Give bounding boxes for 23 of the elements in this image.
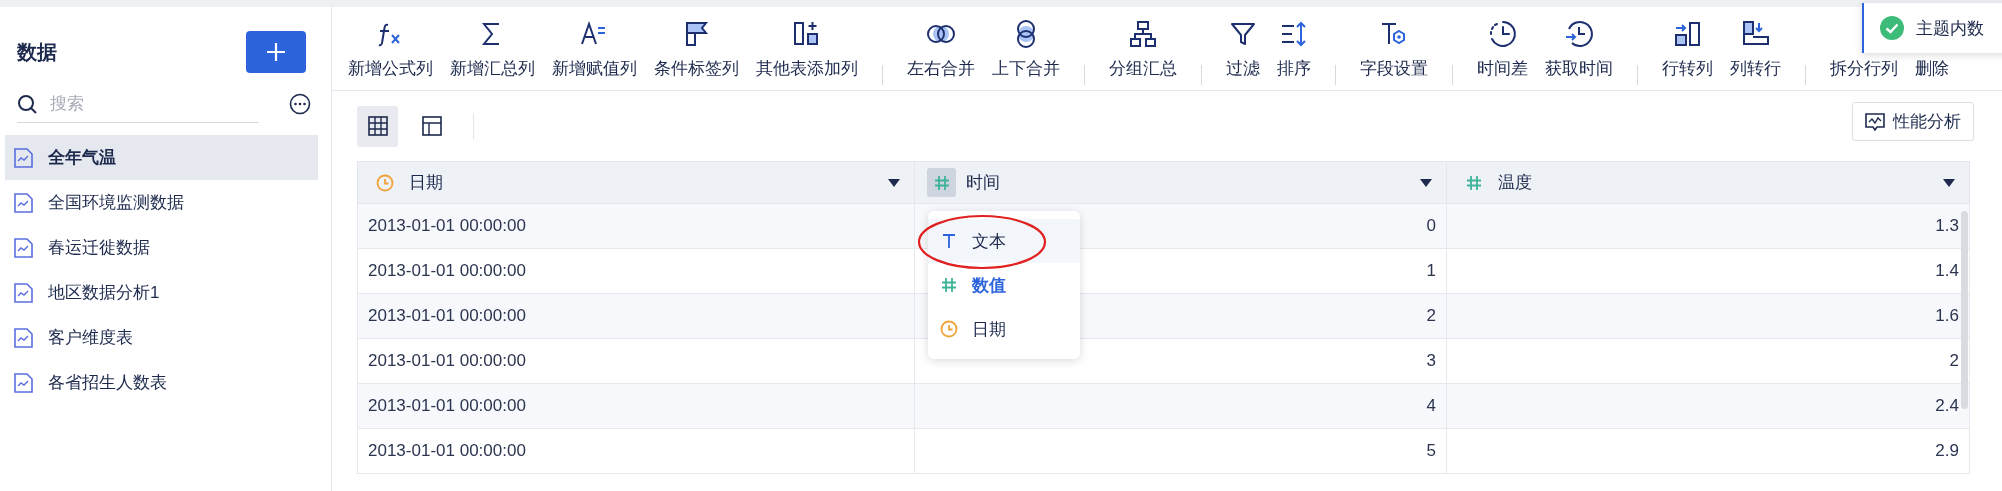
table-cell: 5 bbox=[1426, 441, 1436, 461]
table-cell: 2.9 bbox=[1935, 441, 1959, 461]
table-cell: 1.3 bbox=[1935, 216, 1959, 236]
table-cell: 2013-01-01 00:00:00 bbox=[368, 216, 526, 236]
table-cell: 1.6 bbox=[1935, 306, 1959, 326]
table-cell: 2013-01-01 00:00:00 bbox=[368, 261, 526, 281]
table-cell: 2 bbox=[1949, 351, 1959, 371]
table-cell: 2013-01-01 00:00:00 bbox=[368, 441, 526, 461]
sidebar-title: 数据 bbox=[17, 39, 57, 65]
table-cell: 2013-01-01 00:00:00 bbox=[368, 351, 526, 371]
table-cell: 1.4 bbox=[1935, 261, 1959, 281]
table-cell: 2 bbox=[1426, 306, 1436, 326]
column-name: 时间 bbox=[966, 172, 1001, 194]
column-name: 温度 bbox=[1498, 172, 1533, 194]
table-cell: 2013-01-01 00:00:00 bbox=[368, 396, 526, 416]
table-cell: 2.4 bbox=[1935, 396, 1959, 416]
table-cell: 3 bbox=[1426, 351, 1436, 371]
table-cell: 2013-01-01 00:00:00 bbox=[368, 306, 526, 326]
table-cell: 0 bbox=[1426, 216, 1436, 236]
table-cell: 4 bbox=[1426, 396, 1436, 416]
toast-message: 主题内数 bbox=[1916, 17, 1984, 40]
column-name: 日期 bbox=[409, 172, 444, 194]
table-cell: 1 bbox=[1426, 261, 1436, 281]
